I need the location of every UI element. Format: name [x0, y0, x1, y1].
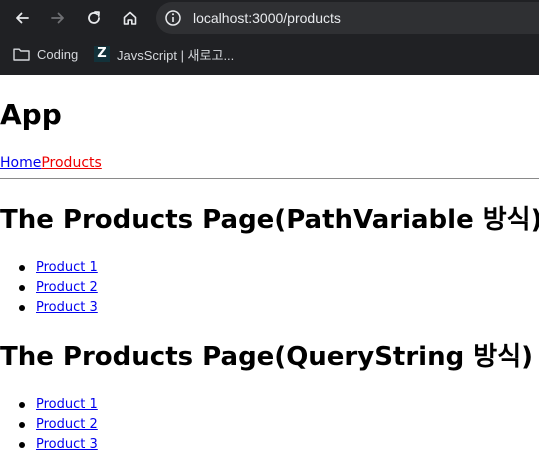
page-content: App HomeProducts The Products Page(PathV… — [0, 75, 539, 471]
browser-chrome: localhost:3000/products Coding Z JavsScr… — [0, 0, 539, 75]
product-link[interactable]: Product 3 — [36, 435, 98, 455]
back-button[interactable] — [10, 6, 34, 30]
divider — [0, 178, 539, 179]
arrow-right-icon — [51, 12, 64, 24]
product-link[interactable]: Product 2 — [36, 415, 98, 435]
reload-icon — [88, 11, 100, 24]
product-link[interactable]: Product 1 — [36, 258, 98, 278]
bullet — [19, 305, 25, 311]
bullet — [19, 265, 25, 271]
bullet — [19, 285, 25, 291]
browser-toolbar: localhost:3000/products — [0, 0, 539, 36]
arrow-left-icon — [16, 12, 29, 24]
bullet — [19, 422, 25, 428]
address-bar[interactable]: localhost:3000/products — [156, 2, 539, 34]
bookmark-javascript[interactable]: Z JavsScript | 새로고... — [94, 39, 234, 69]
bookmark-label: Coding — [37, 46, 79, 62]
z-site-icon: Z — [94, 46, 110, 62]
product-link[interactable]: Product 3 — [36, 298, 98, 318]
folder-icon — [13, 47, 30, 61]
section-title-pathvariable: The Products Page(PathVariable 방식) — [0, 205, 539, 235]
bullet — [19, 442, 25, 448]
home-icon — [123, 11, 137, 25]
url-text[interactable]: localhost:3000/products — [193, 9, 341, 27]
bookmarks-bar: Coding Z JavsScript | 새로고... — [0, 39, 539, 69]
main-nav: HomeProducts — [0, 155, 102, 171]
bullet — [19, 402, 25, 408]
section-title-querystring: The Products Page(QueryString 방식) — [0, 342, 533, 372]
bookmark-coding[interactable]: Coding — [13, 39, 78, 69]
product-link[interactable]: Product 2 — [36, 278, 98, 298]
nav-link-products[interactable]: Products — [41, 155, 101, 171]
bookmark-label: JavsScript | 새로고... — [117, 47, 235, 63]
nav-link-home[interactable]: Home — [0, 155, 41, 171]
reload-button[interactable] — [82, 6, 106, 30]
product-link[interactable]: Product 1 — [36, 395, 98, 415]
app-title: App — [0, 98, 62, 131]
home-button[interactable] — [118, 6, 142, 30]
info-icon[interactable] — [164, 9, 182, 27]
forward-button[interactable] — [46, 6, 70, 30]
